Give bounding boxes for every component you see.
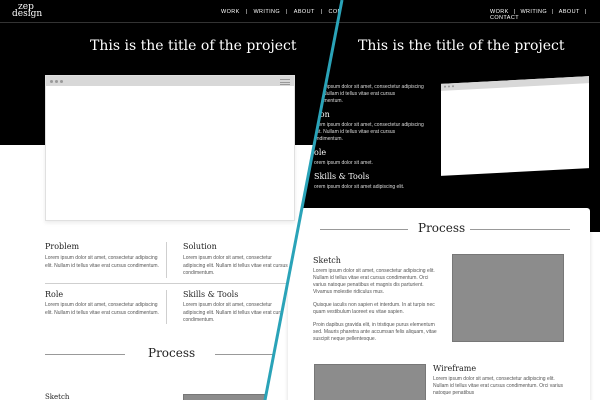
diagonal-divider	[263, 0, 344, 400]
accent-line	[263, 0, 344, 400]
